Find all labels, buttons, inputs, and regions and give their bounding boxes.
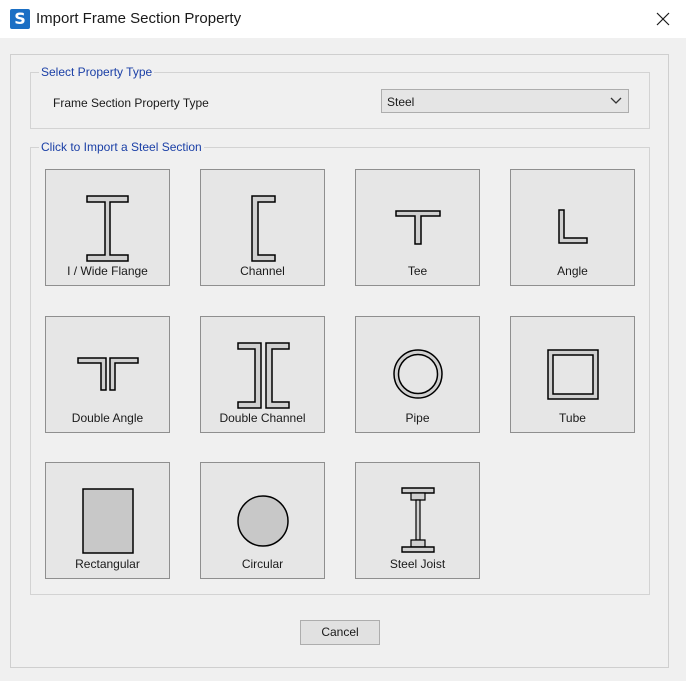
title-bar: S Import Frame Section Property (0, 0, 686, 38)
property-type-group: Select Property Type Frame Section Prope… (30, 65, 650, 129)
app-icon: S (10, 9, 30, 29)
tee-button[interactable]: Tee (355, 169, 480, 286)
tile-label: Steel Joist (389, 557, 446, 571)
wide-flange-button[interactable]: I / Wide Flange (45, 169, 170, 286)
double-channel-button[interactable]: Double Channel (200, 316, 325, 433)
circular-button[interactable]: Circular (200, 462, 325, 579)
property-type-dropdown[interactable]: Steel (381, 89, 629, 113)
channel-button[interactable]: Channel (200, 169, 325, 286)
frame-section-property-type-label: Frame Section Property Type (53, 96, 209, 110)
tile-label: Tube (559, 411, 586, 425)
tile-label: I / Wide Flange (67, 264, 148, 278)
tile-label: Circular (241, 557, 284, 571)
window-title: Import Frame Section Property (36, 10, 242, 27)
property-type-selected-value: Steel (387, 95, 415, 109)
angle-button[interactable]: Angle (510, 169, 635, 286)
rectangular-button[interactable]: Rectangular (45, 462, 170, 579)
pipe-button[interactable]: Pipe (355, 316, 480, 433)
tile-label: Pipe (405, 411, 430, 425)
close-icon (656, 12, 670, 26)
close-button[interactable] (640, 0, 686, 38)
tile-label: Angle (557, 264, 588, 278)
tile-label: Channel (240, 264, 285, 278)
tube-button[interactable]: Tube (510, 316, 635, 433)
steel-joist-button[interactable]: Steel Joist (355, 462, 480, 579)
dialog-body: Select Property Type Frame Section Prope… (0, 38, 686, 681)
chevron-down-icon (610, 97, 622, 104)
tile-label: Rectangular (75, 557, 140, 571)
tile-label: Tee (407, 264, 428, 278)
steel-sections-group: Click to Import a Steel Section I / Wide… (30, 140, 650, 595)
tile-label: Double Angle (71, 411, 144, 425)
cancel-button[interactable]: Cancel (300, 620, 380, 645)
tile-label: Double Channel (219, 411, 306, 425)
property-type-group-title: Select Property Type (39, 65, 155, 79)
steel-sections-group-title: Click to Import a Steel Section (39, 140, 204, 154)
double-angle-button[interactable]: Double Angle (45, 316, 170, 433)
